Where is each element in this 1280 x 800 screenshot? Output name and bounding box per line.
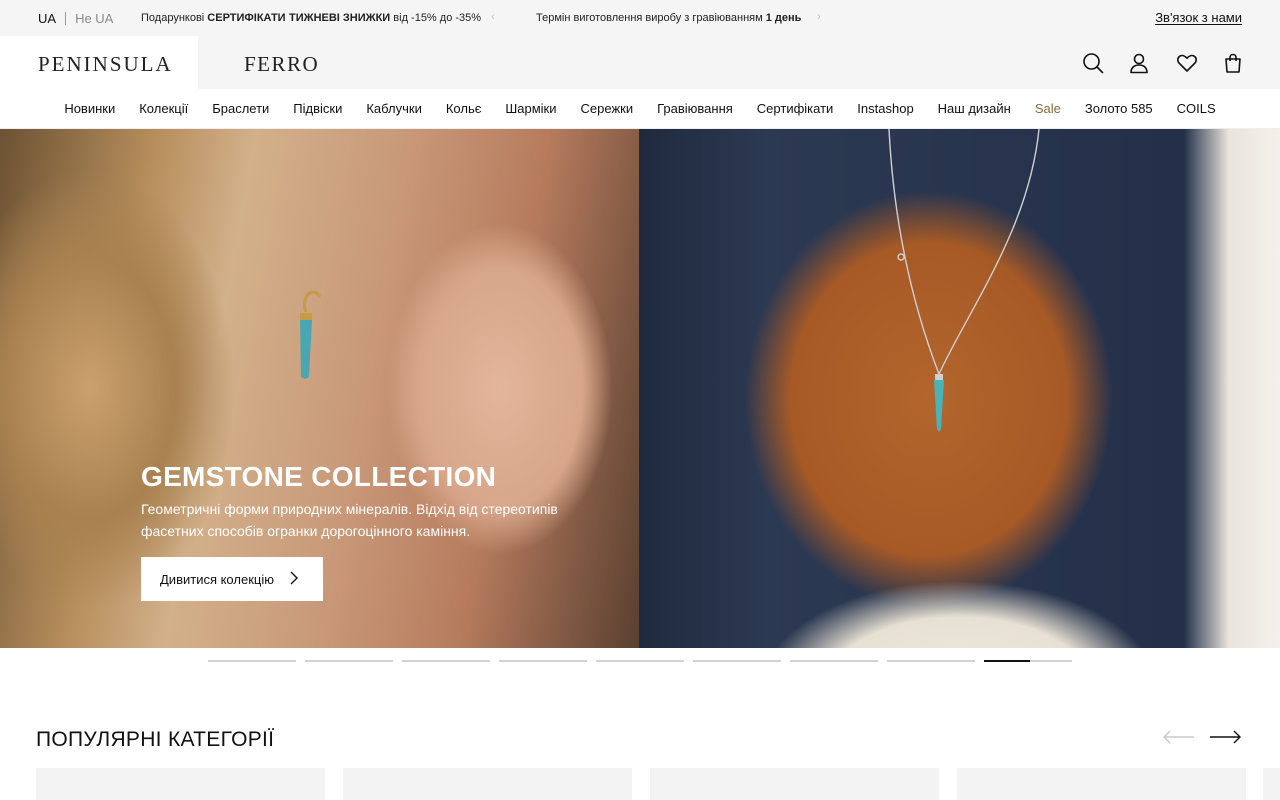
slider-dot[interactable] — [305, 660, 393, 662]
brand-logo-ferro[interactable]: FERRO — [244, 52, 319, 77]
nav-item[interactable]: Сережки — [581, 101, 634, 116]
promo-discounts-bold: ТИЖНЕВІ ЗНИЖКИ — [289, 12, 391, 24]
contact-link[interactable]: Зв'язок з нами — [1155, 10, 1242, 25]
slider-dot[interactable] — [208, 660, 296, 662]
promo-bar: UA Не UA Подарункові СЕРТИФІКАТИ ТИЖНЕВІ… — [0, 0, 1280, 36]
main-nav: Новинки Колекції Браслети Підвіски Каблучки К… — [0, 89, 1280, 129]
necklace-illustration — [888, 129, 1040, 432]
slider-dot[interactable] — [693, 660, 781, 662]
arrow-left-icon[interactable] — [1162, 730, 1196, 749]
promo-engraving-prefix: Термін виготовлення виробу з гравіювання… — [536, 12, 766, 24]
nav-item[interactable]: Шарміки — [505, 101, 556, 116]
nav-item[interactable]: Каблучки — [366, 101, 421, 116]
slider-dot[interactable] — [499, 660, 587, 662]
slider-dot[interactable] — [596, 660, 684, 662]
view-collection-button[interactable]: Дивитися колекцію — [141, 557, 323, 601]
chevron-left-icon[interactable]: ‹ — [491, 11, 495, 23]
category-card[interactable] — [1263, 768, 1280, 800]
heart-icon[interactable] — [1175, 51, 1199, 75]
lang-divider — [65, 12, 67, 25]
nav-item[interactable]: Наш дизайн — [938, 101, 1011, 116]
promo-certificates-bold: СЕРТИФІКАТИ — [207, 12, 286, 24]
promo-discounts-suffix: від -15% до -35% — [390, 12, 482, 24]
arrow-right-icon[interactable] — [1208, 730, 1242, 749]
language-switcher: UA Не UA — [38, 11, 113, 26]
promo-engraving[interactable]: Термін виготовлення виробу з гравіювання… — [536, 12, 801, 24]
search-icon[interactable] — [1081, 51, 1105, 75]
nav-item[interactable]: COILS — [1177, 101, 1216, 116]
hero-image-necklace — [639, 129, 1280, 648]
nav-item[interactable]: Гравіювання — [657, 101, 733, 116]
category-card[interactable] — [343, 768, 632, 800]
promo-certificates-prefix: Подарункові — [141, 12, 208, 24]
nav-item[interactable]: Instashop — [857, 101, 913, 116]
slider-dot[interactable] — [887, 660, 975, 662]
slider-indicators — [208, 660, 1072, 662]
chevron-right-icon[interactable]: › — [817, 11, 821, 23]
hero-title: GEMSTONE COLLECTION — [141, 461, 497, 492]
section-title-popular-categories: ПОПУЛЯРНІ КАТЕГОРІЇ — [36, 728, 275, 751]
slider-dot[interactable] — [402, 660, 490, 662]
chevron-right-icon — [289, 570, 299, 589]
user-icon[interactable] — [1127, 51, 1151, 75]
nav-item[interactable]: Новинки — [64, 101, 115, 116]
hero-description: Геометричні форми природних мінералів. В… — [141, 501, 558, 539]
bag-icon[interactable] — [1221, 51, 1245, 75]
slider-dot[interactable] — [790, 660, 878, 662]
hero-slider: GEMSTONE COLLECTION Геометричні форми пр… — [0, 129, 1280, 648]
nav-item[interactable]: Підвіски — [293, 101, 342, 116]
nav-item[interactable]: Браслети — [212, 101, 269, 116]
promo-certificates[interactable]: Подарункові СЕРТИФІКАТИ — [141, 12, 286, 24]
view-collection-label: Дивитися колекцію — [160, 571, 274, 587]
slider-dot[interactable] — [984, 660, 1072, 662]
category-card[interactable] — [957, 768, 1246, 800]
promo-weekly-discounts[interactable]: ТИЖНЕВІ ЗНИЖКИ від -15% до -35% — [289, 12, 481, 24]
promo-engraving-bold: 1 день — [765, 12, 802, 24]
lang-not-ua[interactable]: Не UA — [75, 11, 113, 26]
category-card[interactable] — [36, 768, 325, 800]
nav-item[interactable]: Sale — [1035, 101, 1061, 116]
nav-item[interactable]: Золото 585 — [1085, 101, 1153, 116]
nav-item[interactable]: Колекції — [139, 101, 188, 116]
site-header: PENINSULA FERRO — [0, 36, 1280, 89]
lang-ua[interactable]: UA — [38, 11, 56, 26]
nav-item[interactable]: Кольє — [446, 101, 482, 116]
nav-item[interactable]: Сертифікати — [757, 101, 834, 116]
category-card[interactable] — [650, 768, 939, 800]
brand-logo-peninsula[interactable]: PENINSULA — [38, 52, 173, 77]
category-cards — [36, 768, 1246, 800]
